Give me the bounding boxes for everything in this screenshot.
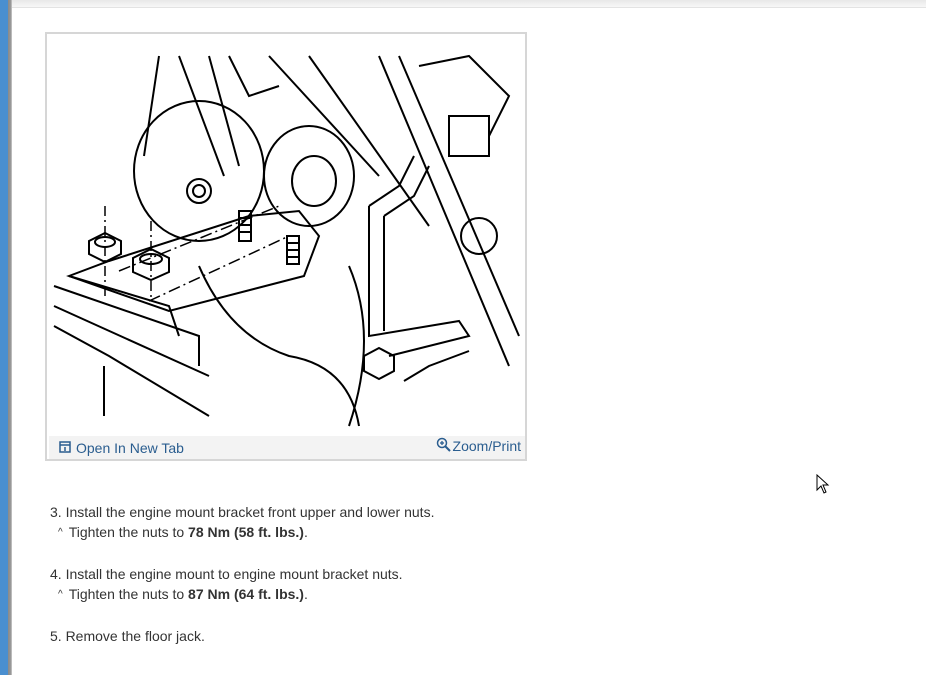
zoom-print-button[interactable]: Zoom/Print: [436, 437, 521, 455]
engine-mount-diagram: [49, 36, 525, 436]
step-5-text: 5. Remove the floor jack.: [50, 628, 205, 644]
figure-container: Open In New Tab Zoom/Print: [45, 32, 527, 461]
mouse-pointer-icon: [816, 473, 830, 494]
open-in-new-tab-label: Open In New Tab: [76, 440, 184, 456]
step-3-substep: ^ Tighten the nuts to 78 Nm (58 ft. lbs.)…: [58, 524, 308, 540]
zoom-print-label: Zoom/Print: [452, 438, 521, 454]
window-left-edge: [0, 0, 12, 675]
step-4-text: 4. Install the engine mount to engine mo…: [50, 566, 403, 582]
figure-toolbar: Open In New Tab Zoom/Print: [49, 436, 525, 459]
step-4-substep: ^ Tighten the nuts to 87 Nm (64 ft. lbs.)…: [58, 586, 308, 602]
step-3-text: 3. Install the engine mount bracket fron…: [50, 504, 435, 520]
open-tab-icon: [59, 440, 71, 456]
torque-value: 87 Nm (64 ft. lbs.): [188, 586, 304, 602]
zoom-in-icon: [436, 437, 451, 455]
caret-icon: ^: [58, 527, 63, 538]
open-in-new-tab-button[interactable]: Open In New Tab: [59, 440, 184, 456]
torque-value: 78 Nm (58 ft. lbs.): [188, 524, 304, 540]
caret-icon: ^: [58, 589, 63, 600]
procedure-steps: 3. Install the engine mount bracket fron…: [50, 502, 434, 646]
top-divider: [12, 0, 926, 8]
